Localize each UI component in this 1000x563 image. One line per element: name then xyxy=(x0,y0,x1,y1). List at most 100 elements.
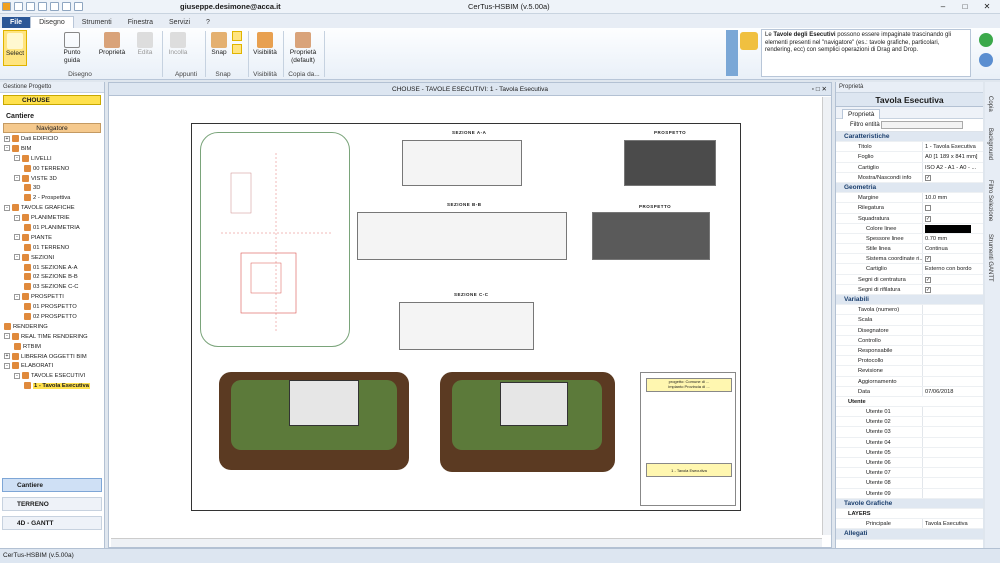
property-category[interactable]: Caratteristiche xyxy=(836,132,983,143)
tab-disegno[interactable]: Disegno xyxy=(30,16,74,28)
property-row[interactable]: Tavola (numero) xyxy=(836,305,983,316)
property-value[interactable] xyxy=(922,488,983,498)
tree-item[interactable]: 01 TERRENO xyxy=(4,243,104,254)
tree-item[interactable]: - PLANIMETRIE xyxy=(4,214,104,224)
new-icon[interactable] xyxy=(14,2,23,11)
property-value[interactable]: ISO A2 - A1 - A0 - ... xyxy=(922,162,983,172)
tree-item[interactable]: 01 SEZIONE A-A xyxy=(4,263,104,274)
expand-toggle-icon[interactable]: - xyxy=(4,204,10,211)
drawing-sheet[interactable]: SEZIONE A-A PROSPETTO SEZIONE B-B PROSPE… xyxy=(191,123,741,511)
tree-item[interactable]: 1 - Tavola Esecutiva xyxy=(4,382,104,392)
expand-toggle-icon[interactable]: - xyxy=(4,145,10,152)
tree-item[interactable]: 00 TERRENO xyxy=(4,164,104,175)
property-row[interactable]: Mostra/Nascondi info ✓ xyxy=(836,172,983,183)
property-row[interactable]: Utente 08 xyxy=(836,478,983,489)
property-row[interactable]: Utente xyxy=(836,397,983,408)
project-name[interactable]: CHOUSE xyxy=(3,95,101,105)
tree-item[interactable]: 03 SEZIONE C-C xyxy=(4,283,104,293)
tree-item[interactable]: 01 PLANIMETRIA xyxy=(4,224,104,234)
expand-toggle-icon[interactable]: - xyxy=(14,175,20,182)
property-row[interactable]: Controllo xyxy=(836,335,983,346)
tree-item[interactable]: - REAL TIME RENDERING xyxy=(4,332,104,343)
property-value[interactable]: ✓ xyxy=(922,254,983,264)
expand-toggle-icon[interactable]: - xyxy=(14,293,20,300)
tree-item[interactable]: 01 PROSPETTO xyxy=(4,303,104,313)
tree-item[interactable]: - TAVOLE ESECUTIVI xyxy=(4,372,104,382)
expand-toggle-icon[interactable]: - xyxy=(14,372,20,379)
nav-terreno[interactable]: TERRENO xyxy=(2,497,102,511)
property-row[interactable]: Utente 09 xyxy=(836,488,983,499)
property-value[interactable] xyxy=(922,356,983,366)
maximize-icon[interactable]: □ xyxy=(954,0,976,13)
property-row[interactable]: Revisione xyxy=(836,366,983,377)
property-category[interactable]: Geometria xyxy=(836,182,983,194)
property-row[interactable]: Responsabile xyxy=(836,345,983,357)
property-value[interactable] xyxy=(922,223,983,233)
property-row[interactable]: Scala xyxy=(836,315,983,326)
snap-button[interactable]: Snap xyxy=(208,30,230,57)
incolla-button[interactable]: Incolla xyxy=(166,30,190,57)
property-row[interactable]: Principale Tavola Esecutiva xyxy=(836,519,983,530)
undo-icon[interactable] xyxy=(62,2,71,11)
tree-item[interactable]: RENDERING xyxy=(4,322,104,333)
property-value[interactable] xyxy=(922,417,983,427)
tree-item[interactable]: 02 PROSPETTO xyxy=(4,313,104,323)
prospetto-2-drawing[interactable] xyxy=(592,212,710,260)
expand-toggle-icon[interactable]: - xyxy=(14,234,20,241)
checkbox-icon[interactable]: ✓ xyxy=(925,215,931,222)
checkbox-icon[interactable]: ✓ xyxy=(925,276,931,283)
property-row[interactable]: Data 07/06/2018 xyxy=(836,386,983,397)
property-value[interactable]: 10.0 mm xyxy=(922,193,983,203)
section-cc-drawing[interactable] xyxy=(399,302,534,350)
expand-toggle-icon[interactable]: + xyxy=(4,135,10,142)
render-3d-right[interactable] xyxy=(440,372,615,472)
property-value[interactable] xyxy=(922,447,983,457)
checkbox-icon[interactable] xyxy=(925,205,931,212)
property-row[interactable]: Rilegatura xyxy=(836,203,983,214)
tree-item[interactable]: + LIBRERIA OGGETTI BIM xyxy=(4,352,104,363)
property-value[interactable]: A0 [1 189 x 841 mm] xyxy=(922,152,983,162)
tree-item[interactable]: - VISTE 3D xyxy=(4,174,104,185)
side-tab-gantt[interactable]: Strumenti GANTT xyxy=(987,234,993,282)
property-value[interactable]: Tavola Esecutiva xyxy=(922,519,983,529)
tree-item[interactable]: - ELABORATI xyxy=(4,362,104,372)
tab-finestra[interactable]: Finestra xyxy=(120,17,161,28)
side-tab-background[interactable]: Background xyxy=(987,128,993,160)
tree-item[interactable]: - TAVOLE GRAFICHE xyxy=(4,204,104,214)
property-row[interactable]: Cartiglio Esterno con bordo xyxy=(836,264,983,275)
tab-help[interactable]: ? xyxy=(198,17,218,28)
expand-toggle-icon[interactable]: + xyxy=(4,353,10,360)
property-row[interactable]: Utente 05 xyxy=(836,447,983,458)
tree-item[interactable]: 3D xyxy=(4,184,104,194)
property-category[interactable]: Tavole Grafiche xyxy=(836,498,983,509)
checkbox-icon[interactable]: ✓ xyxy=(925,286,931,293)
property-value[interactable]: ✓ xyxy=(922,274,983,284)
property-row[interactable]: Margine 10.0 mm xyxy=(836,193,983,204)
expand-toggle-icon[interactable]: - xyxy=(14,254,20,261)
property-value[interactable] xyxy=(922,345,983,356)
expand-toggle-icon[interactable]: - xyxy=(4,333,10,340)
property-value[interactable] xyxy=(922,478,983,488)
property-category[interactable]: Variabili xyxy=(836,295,983,306)
tree-item[interactable]: - PROSPETTI xyxy=(4,293,104,303)
print-icon[interactable] xyxy=(50,2,59,11)
save-icon[interactable] xyxy=(38,2,47,11)
side-tab-copia[interactable]: Copia xyxy=(987,96,993,112)
property-row[interactable]: Aggiornamento xyxy=(836,376,983,387)
horizontal-scrollbar[interactable] xyxy=(111,538,822,547)
property-value[interactable] xyxy=(922,407,983,417)
tree-item[interactable]: 02 SEZIONE B-B xyxy=(4,273,104,283)
proprieta-default-button[interactable]: Proprietà (default) xyxy=(286,30,320,65)
property-value[interactable] xyxy=(922,437,983,447)
tree-item[interactable]: - SEZIONI xyxy=(4,253,104,264)
section-aa-drawing[interactable] xyxy=(402,140,522,186)
property-value[interactable] xyxy=(922,305,983,315)
expand-toggle-icon[interactable]: - xyxy=(14,214,20,221)
property-row[interactable]: Colore linee xyxy=(836,223,983,234)
side-tab-filtro[interactable]: Filtro Selezione xyxy=(987,180,993,221)
doc-window-controls[interactable]: ▫ □ ✕ xyxy=(812,83,827,96)
snap-toggle-1[interactable] xyxy=(232,31,242,41)
open-icon[interactable] xyxy=(26,2,35,11)
property-value[interactable] xyxy=(922,366,983,376)
vertical-scrollbar[interactable] xyxy=(822,97,831,535)
